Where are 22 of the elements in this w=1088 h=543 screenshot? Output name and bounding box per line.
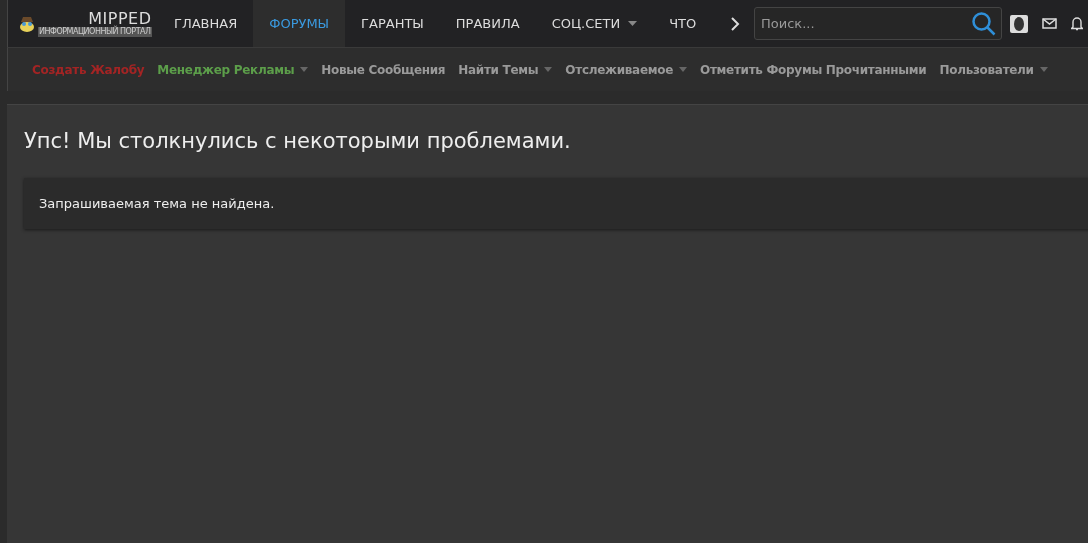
subnav-link[interactable]: Менеджер Рекламы [157, 62, 309, 77]
nav-tab[interactable]: ФОРУМЫ [253, 0, 346, 47]
nav-tab[interactable]: СОЦ.СЕТИ [535, 0, 654, 47]
bell-icon[interactable] [1071, 16, 1083, 31]
search-field[interactable]: Поиск... [754, 7, 1002, 40]
chevron-right-icon[interactable] [730, 15, 740, 32]
error-title: Упс! Мы столкнулись с некоторыми проблемами. [24, 129, 572, 153]
subnav-link[interactable]: Отметить Форумы Прочитанными [700, 62, 927, 77]
logo-subtitle: ИНФОРМАЦИОННЫЙ ПОРТАЛ [38, 26, 152, 37]
avatar-icon[interactable] [1010, 14, 1028, 33]
mail-icon[interactable] [1042, 18, 1057, 29]
nav-tab[interactable]: ГАРАНТЫ [345, 0, 440, 47]
subnav-link[interactable]: Новые Сообщения [321, 62, 446, 77]
nav-tab[interactable]: ГЛАВНАЯ [158, 0, 254, 47]
nav-tab[interactable]: ПРАВИЛА [439, 0, 536, 47]
subnav-link[interactable]: Пользователи [939, 62, 1048, 77]
nav-tab[interactable]: ЧТО [653, 0, 713, 47]
mascot-icon [18, 14, 36, 33]
error-message: Запрашиваемая тема не найдена. [39, 196, 275, 211]
subnav-link[interactable]: Отслеживаемое [565, 62, 688, 77]
search-icon[interactable] [971, 11, 997, 37]
subnav-link[interactable]: Найти Темы [458, 62, 553, 77]
